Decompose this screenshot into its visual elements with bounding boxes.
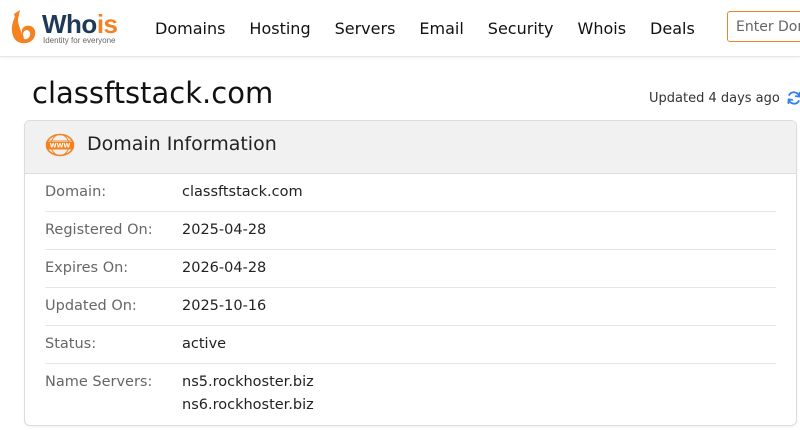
name-server-1: ns5.rockhoster.biz (182, 374, 314, 390)
nav-servers[interactable]: Servers (335, 19, 396, 38)
www-icon: WWW (45, 133, 75, 157)
row-label: Expires On: (45, 260, 129, 276)
row-name-servers: Name Servers: ns5.rockhoster.biz ns6.roc… (45, 364, 776, 424)
row-expires-on: Expires On: 2026-04-28 (45, 250, 776, 288)
row-label: Updated On: (45, 298, 137, 314)
nav-deals[interactable]: Deals (650, 19, 695, 38)
nav-hosting[interactable]: Hosting (249, 19, 310, 38)
nav-email[interactable]: Email (419, 19, 463, 38)
row-value: 2026-04-28 (182, 260, 267, 276)
name-server-2: ns6.rockhoster.biz (182, 397, 314, 413)
row-label: Name Servers: (45, 374, 153, 390)
card-header: WWW Domain Information (25, 121, 796, 174)
row-value: active (182, 336, 227, 352)
domain-info-table: Domain: classftstack.com Registered On: … (25, 174, 796, 424)
site-logo[interactable]: Whois Identity for everyone (8, 8, 132, 48)
row-label: Registered On: (45, 222, 153, 238)
page-title: classftstack.com (32, 76, 274, 110)
updated-text: Updated 4 days ago (649, 90, 780, 106)
row-value: 2025-10-16 (182, 298, 267, 314)
whois-flame-logo-icon (11, 10, 36, 44)
site-header: Whois Identity for everyone Domains Host… (0, 0, 800, 57)
nav-security[interactable]: Security (488, 19, 554, 38)
main-nav: Domains Hosting Servers Email Security W… (155, 0, 719, 56)
row-label: Domain: (45, 184, 107, 200)
row-status: Status: active (45, 326, 776, 364)
nav-whois[interactable]: Whois (578, 19, 627, 38)
row-domain: Domain: classftstack.com (45, 174, 776, 212)
card-title: Domain Information (87, 133, 277, 155)
domain-search-input[interactable] (727, 11, 800, 42)
row-registered-on: Registered On: 2025-04-28 (45, 212, 776, 250)
svg-text:WWW: WWW (50, 142, 71, 149)
row-updated-on: Updated On: 2025-10-16 (45, 288, 776, 326)
row-label: Status: (45, 336, 97, 352)
logo-tagline: Identity for everyone (43, 36, 116, 45)
row-value: 2025-04-28 (182, 222, 267, 238)
refresh-icon[interactable] (786, 90, 800, 106)
updated-status: Updated 4 days ago (649, 90, 800, 106)
row-value: classftstack.com (182, 184, 303, 200)
domain-info-card: WWW Domain Information Domain: classftst… (24, 120, 797, 426)
nav-domains[interactable]: Domains (155, 19, 225, 38)
